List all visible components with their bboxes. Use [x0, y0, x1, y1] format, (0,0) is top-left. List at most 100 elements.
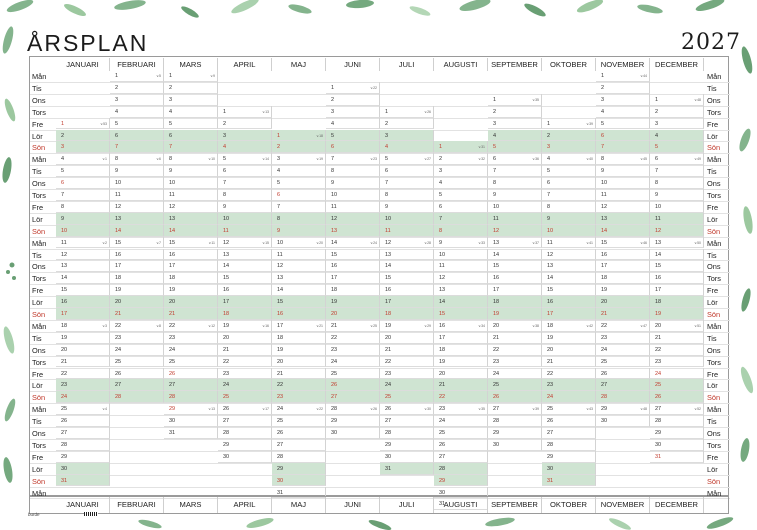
day-cell[interactable]: 23	[542, 379, 596, 392]
day-cell[interactable]: 22	[650, 343, 704, 356]
day-cell[interactable]: 1 v.35	[488, 93, 542, 106]
day-cell[interactable]: 15	[380, 272, 434, 285]
day-cell[interactable]: 30	[56, 462, 110, 475]
day-cell[interactable]: 16	[380, 284, 434, 297]
day-cell[interactable]: 5	[56, 165, 110, 178]
day-cell[interactable]: 18	[488, 296, 542, 308]
day-cell[interactable]: 5	[542, 165, 596, 178]
day-cell[interactable]: 3	[542, 141, 596, 154]
day-cell[interactable]: 1 v.9	[164, 70, 218, 82]
day-cell[interactable]: 7 v.23	[326, 153, 380, 166]
day-cell[interactable]: 14	[272, 284, 326, 297]
day-cell[interactable]: 11	[110, 189, 164, 201]
day-cell[interactable]: 8	[272, 212, 326, 225]
day-cell[interactable]: 3	[110, 93, 164, 106]
day-cell[interactable]: 6	[434, 200, 488, 213]
day-cell[interactable]: 22 v.47	[596, 319, 650, 332]
day-cell[interactable]: 14	[380, 260, 434, 273]
day-cell[interactable]: 13	[56, 260, 110, 273]
day-cell[interactable]: 13	[272, 272, 326, 285]
day-cell[interactable]: 18	[326, 284, 380, 297]
day-cell[interactable]: 11	[164, 189, 218, 201]
day-cell[interactable]: 28	[542, 438, 596, 451]
day-cell[interactable]: 10 v.20	[272, 236, 326, 249]
day-cell[interactable]: 3 v.19	[272, 153, 326, 166]
day-cell[interactable]: 19 v.29	[380, 319, 434, 332]
day-cell[interactable]: 7	[272, 200, 326, 213]
day-cell[interactable]: 25	[110, 355, 164, 368]
day-cell[interactable]: 28	[434, 462, 488, 475]
day-cell[interactable]: 14	[488, 248, 542, 261]
day-cell[interactable]: 26	[164, 367, 218, 380]
day-cell[interactable]: 6	[596, 129, 650, 142]
day-cell[interactable]: 30	[164, 415, 218, 427]
day-cell[interactable]: 22	[272, 379, 326, 392]
day-cell[interactable]: 2	[56, 129, 110, 142]
day-cell[interactable]: 1 v.18	[272, 129, 326, 142]
day-cell[interactable]: 3	[164, 93, 218, 106]
day-cell[interactable]: 28	[56, 438, 110, 451]
day-cell[interactable]: 27 v.39	[488, 403, 542, 416]
day-cell[interactable]: 15	[542, 284, 596, 297]
day-cell[interactable]: 29 v.48	[596, 403, 650, 416]
day-cell[interactable]: 16	[542, 296, 596, 308]
day-cell[interactable]: 3	[56, 141, 110, 154]
day-cell[interactable]: 10	[326, 189, 380, 201]
day-cell[interactable]: 7	[488, 165, 542, 178]
day-cell[interactable]: 6	[110, 129, 164, 142]
day-cell[interactable]: 10	[542, 224, 596, 237]
day-cell[interactable]: 26	[326, 379, 380, 392]
day-cell[interactable]: 3	[488, 117, 542, 130]
day-cell[interactable]: 24	[434, 415, 488, 427]
day-cell[interactable]: 7	[164, 141, 218, 154]
day-cell[interactable]: 2	[218, 117, 272, 130]
day-cell[interactable]: 2	[164, 81, 218, 94]
day-cell[interactable]: 30	[488, 438, 542, 451]
day-cell[interactable]: 6	[218, 165, 272, 178]
day-cell[interactable]: 19	[596, 284, 650, 297]
day-cell[interactable]: 1 v.5	[110, 70, 164, 82]
day-cell[interactable]: 16	[596, 248, 650, 261]
day-cell[interactable]: 25	[650, 379, 704, 392]
day-cell[interactable]: 20	[56, 343, 110, 356]
day-cell[interactable]: 20	[218, 331, 272, 344]
day-cell[interactable]: 27	[326, 391, 380, 404]
day-cell[interactable]: 17	[650, 284, 704, 297]
day-cell[interactable]: 11	[326, 200, 380, 213]
day-cell[interactable]: 9	[542, 212, 596, 225]
day-cell[interactable]: 31	[380, 462, 434, 475]
day-cell[interactable]: 1 v.48	[650, 93, 704, 106]
day-cell[interactable]: 6	[56, 177, 110, 189]
day-cell[interactable]: 9	[272, 224, 326, 237]
day-cell[interactable]: 8	[542, 200, 596, 213]
day-cell[interactable]: 12	[596, 200, 650, 213]
day-cell[interactable]: 16	[110, 248, 164, 261]
day-cell[interactable]: 19	[272, 343, 326, 356]
day-cell[interactable]: 11	[488, 212, 542, 225]
day-cell[interactable]: 14	[56, 272, 110, 285]
day-cell[interactable]: 21	[434, 379, 488, 392]
day-cell[interactable]: 3	[596, 93, 650, 106]
day-cell[interactable]: 6	[326, 141, 380, 154]
day-cell[interactable]: 7	[596, 141, 650, 154]
day-cell[interactable]: 23	[56, 379, 110, 392]
day-cell[interactable]: 27	[164, 379, 218, 392]
day-cell[interactable]: 27	[272, 438, 326, 451]
day-cell[interactable]: 2	[488, 105, 542, 118]
day-cell[interactable]: 12	[650, 224, 704, 237]
day-cell[interactable]: 4	[164, 105, 218, 118]
day-cell[interactable]: 30	[218, 450, 272, 463]
day-cell[interactable]: 17	[380, 296, 434, 308]
day-cell[interactable]: 19	[326, 296, 380, 308]
day-cell[interactable]: 5	[110, 117, 164, 130]
day-cell[interactable]: 1 v.22	[326, 81, 380, 94]
day-cell[interactable]: 4	[488, 129, 542, 142]
day-cell[interactable]: 31	[650, 450, 704, 463]
day-cell[interactable]: 26	[596, 367, 650, 380]
day-cell[interactable]: 15 v.11	[164, 236, 218, 249]
day-cell[interactable]: 2	[272, 141, 326, 154]
day-cell[interactable]: 12 v.28	[380, 236, 434, 249]
day-cell[interactable]: 2	[542, 129, 596, 142]
day-cell[interactable]: 9	[56, 212, 110, 225]
day-cell[interactable]: 27 v.52	[650, 403, 704, 416]
